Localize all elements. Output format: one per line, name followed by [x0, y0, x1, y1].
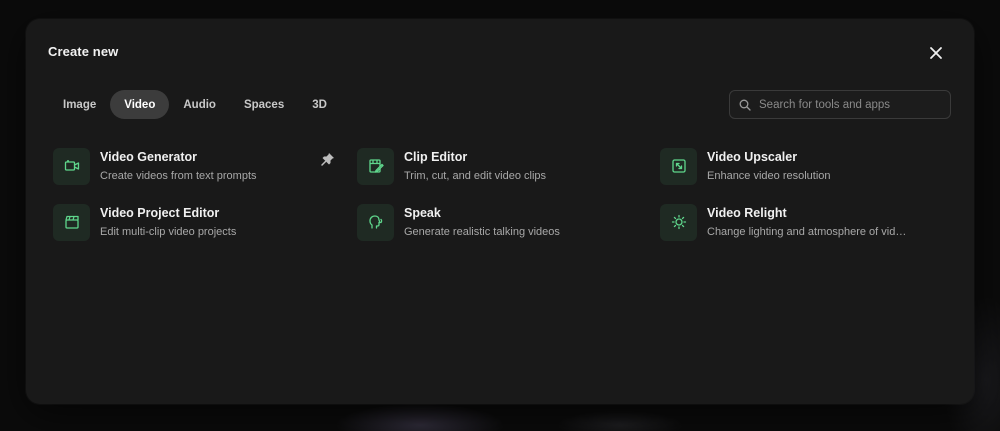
tool-video-upscaler[interactable]: Video Upscaler Enhance video resolution — [660, 147, 950, 185]
search-input[interactable] — [759, 98, 939, 111]
tool-name: Video Upscaler — [707, 149, 798, 164]
tool-description: Enhance video resolution — [707, 169, 831, 182]
modal-title: Create new — [48, 44, 119, 59]
tool-video-relight[interactable]: Video Relight Change lighting and atmosp… — [660, 203, 950, 241]
tool-name: Clip Editor — [404, 149, 468, 164]
tool-name: Video Generator — [100, 149, 198, 164]
tool-icon-container — [357, 147, 394, 185]
tab-image[interactable]: Image — [49, 90, 110, 119]
tab-3d[interactable]: 3D — [298, 90, 341, 119]
sun-icon — [671, 214, 686, 230]
clapperboard-icon — [64, 215, 79, 229]
close-icon — [930, 47, 942, 59]
tool-speak[interactable]: Speak Generate realistic talking videos — [357, 203, 647, 241]
tool-name: Video Project Editor — [100, 205, 220, 220]
tool-description: Create videos from text prompts — [100, 169, 257, 182]
tab-spaces[interactable]: Spaces — [230, 90, 298, 119]
tool-video-generator[interactable]: Video Generator Create videos from text … — [53, 147, 343, 185]
category-tabs: Image Video Audio Spaces 3D — [49, 90, 341, 119]
tool-icon-container — [53, 203, 90, 241]
tab-audio[interactable]: Audio — [169, 90, 230, 119]
tool-icon-container — [660, 203, 697, 241]
search-box — [729, 90, 951, 119]
tool-icon-container — [660, 147, 697, 185]
close-button[interactable] — [925, 42, 947, 64]
tool-icon-container — [357, 203, 394, 241]
tool-clip-editor[interactable]: Clip Editor Trim, cut, and edit video cl… — [357, 147, 647, 185]
tool-video-project-editor[interactable]: Video Project Editor Edit multi-clip vid… — [53, 203, 343, 241]
pin-button[interactable] — [320, 151, 336, 167]
tool-name: Video Relight — [707, 205, 787, 220]
tool-description: Generate realistic talking videos — [404, 225, 560, 238]
edit-clip-icon — [368, 159, 384, 173]
tool-icon-container — [53, 147, 90, 185]
tab-video[interactable]: Video — [110, 90, 170, 119]
search-icon — [739, 99, 751, 111]
pin-icon — [321, 153, 334, 166]
tool-name: Speak — [404, 205, 441, 220]
tool-description: Trim, cut, and edit video clips — [404, 169, 547, 182]
create-new-modal: Create new Image Video Audio Spaces 3D V… — [26, 19, 974, 404]
upscale-icon — [671, 159, 686, 173]
video-camera-icon — [64, 160, 79, 171]
tool-description: Change lighting and atmosphere of vid… — [707, 225, 907, 238]
tool-description: Edit multi-clip video projects — [100, 225, 237, 238]
speaking-head-icon — [368, 215, 382, 229]
